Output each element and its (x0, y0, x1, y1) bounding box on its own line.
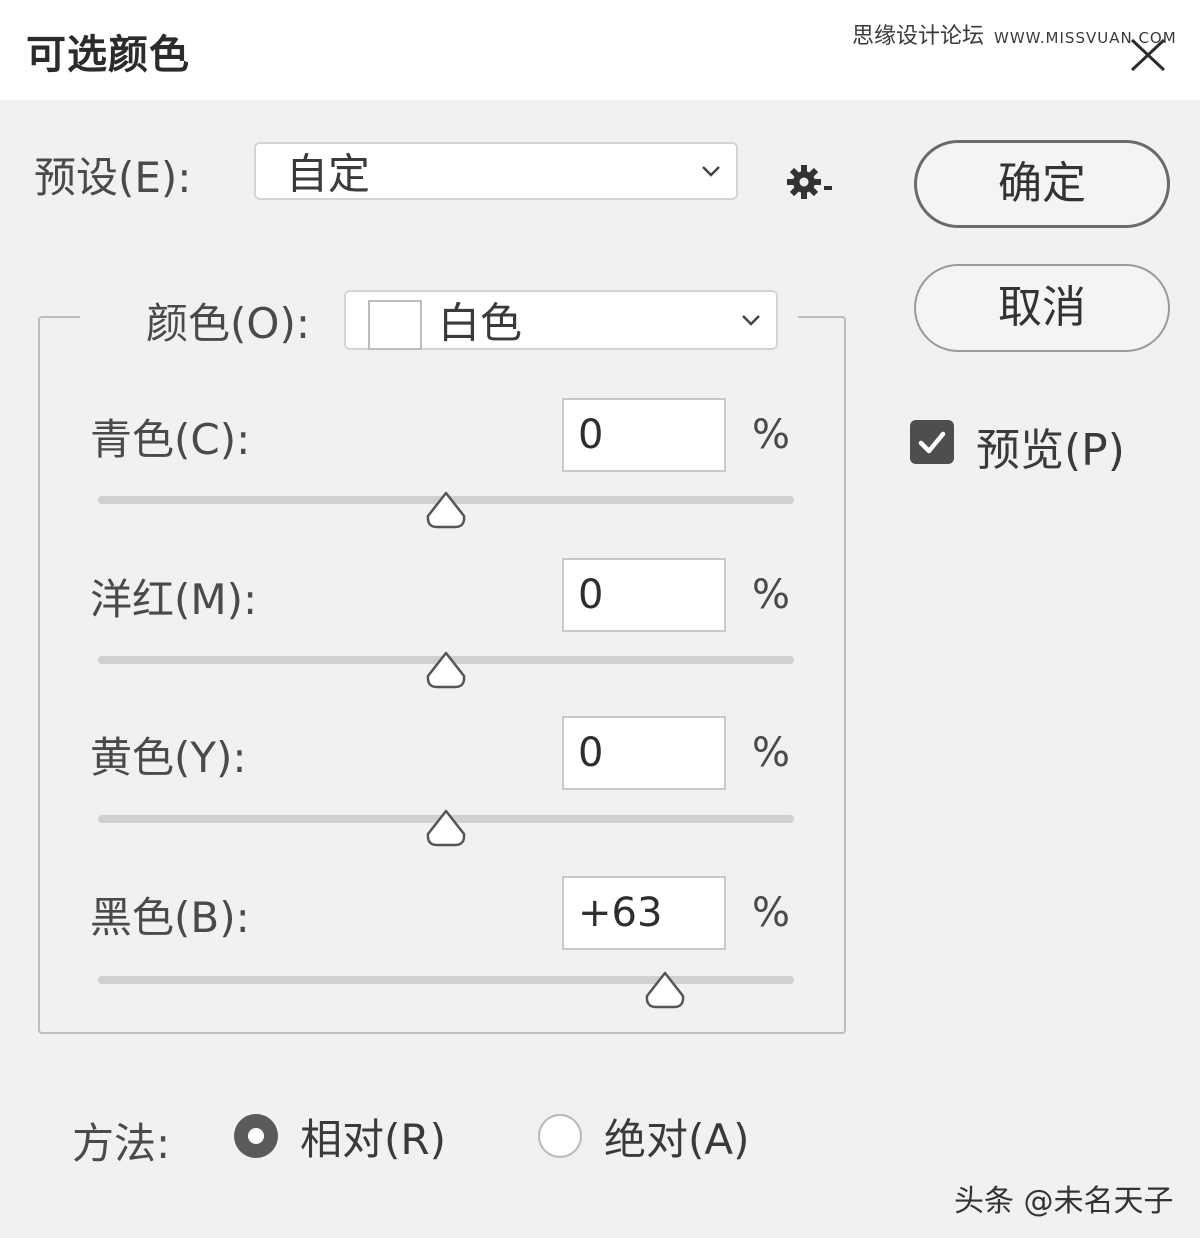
cyan-input[interactable]: 0 (562, 398, 726, 472)
site-watermark-name: 思缘设计论坛 (852, 24, 985, 49)
yellow-slider-thumb[interactable] (424, 808, 468, 848)
colors-value: 白色 (438, 298, 523, 348)
colors-dropdown[interactable]: 白色 (344, 290, 778, 350)
yellow-input[interactable]: 0 (562, 716, 726, 790)
percent-unit: % (752, 890, 791, 936)
slider-label-magenta: 洋红(M): (90, 575, 258, 624)
close-button[interactable] (1126, 30, 1170, 74)
ok-button[interactable]: 确定 (914, 140, 1170, 228)
author-watermark: 头条 @未名天子 (954, 1184, 1174, 1219)
slider-label-black: 黑色(B): (90, 893, 250, 942)
close-icon (1130, 38, 1166, 72)
chevron-down-icon (742, 315, 760, 326)
percent-unit: % (752, 730, 791, 776)
absolute-radio[interactable] (538, 1114, 582, 1158)
percent-unit: % (752, 572, 791, 618)
preset-value: 自定 (286, 149, 371, 199)
black-input[interactable]: +63 (562, 876, 726, 950)
checkmark-icon (918, 431, 946, 454)
preset-dropdown[interactable]: 自定 (254, 142, 738, 200)
chevron-down-icon (702, 166, 720, 177)
color-swatch (368, 300, 422, 350)
slider-label-cyan: 青色(C): (90, 415, 251, 464)
magenta-input[interactable]: 0 (562, 558, 726, 632)
relative-label: 相对(R) (300, 1115, 446, 1164)
magenta-slider-thumb[interactable] (424, 650, 468, 690)
preview-checkbox[interactable] (910, 420, 954, 464)
method-label: 方法: (72, 1119, 171, 1168)
percent-unit: % (752, 412, 791, 458)
cancel-button[interactable]: 取消 (914, 264, 1170, 352)
dialog-title: 可选颜色 (26, 32, 190, 78)
black-slider-thumb[interactable] (643, 970, 687, 1010)
title-bar: 可选颜色 思缘设计论坛 WWW.MISSVUAN.COM (0, 0, 1200, 100)
slider-label-yellow: 黄色(Y): (90, 733, 247, 782)
preview-label: 预览(P) (976, 425, 1125, 476)
absolute-label: 绝对(A) (604, 1115, 750, 1164)
black-slider-track[interactable] (98, 976, 794, 984)
cyan-slider-thumb[interactable] (424, 490, 468, 530)
relative-radio[interactable] (234, 1114, 278, 1158)
preset-settings-button[interactable] (786, 162, 842, 202)
colors-label: 颜色(O): (146, 299, 310, 348)
gear-icon (787, 165, 832, 199)
preset-label: 预设(E): (34, 153, 192, 202)
